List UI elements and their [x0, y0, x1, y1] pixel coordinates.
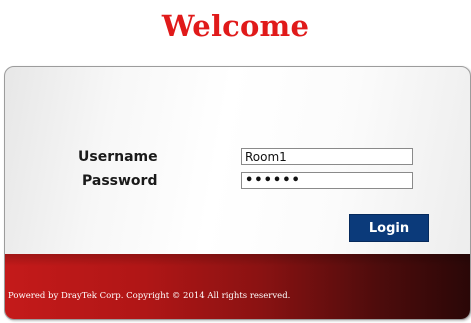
page-title: Welcome [161, 9, 310, 43]
password-label: Password [82, 173, 158, 189]
login-button[interactable]: Login [349, 214, 429, 242]
copyright-text: Powered by DrayTek Corp. Copyright © 201… [8, 291, 291, 301]
username-label: Username [78, 149, 158, 165]
footer-band: Powered by DrayTek Corp. Copyright © 201… [5, 254, 470, 319]
username-input[interactable] [241, 148, 413, 165]
login-panel: Username Password Login Powered by DrayT… [4, 66, 471, 320]
password-input[interactable] [241, 172, 413, 189]
